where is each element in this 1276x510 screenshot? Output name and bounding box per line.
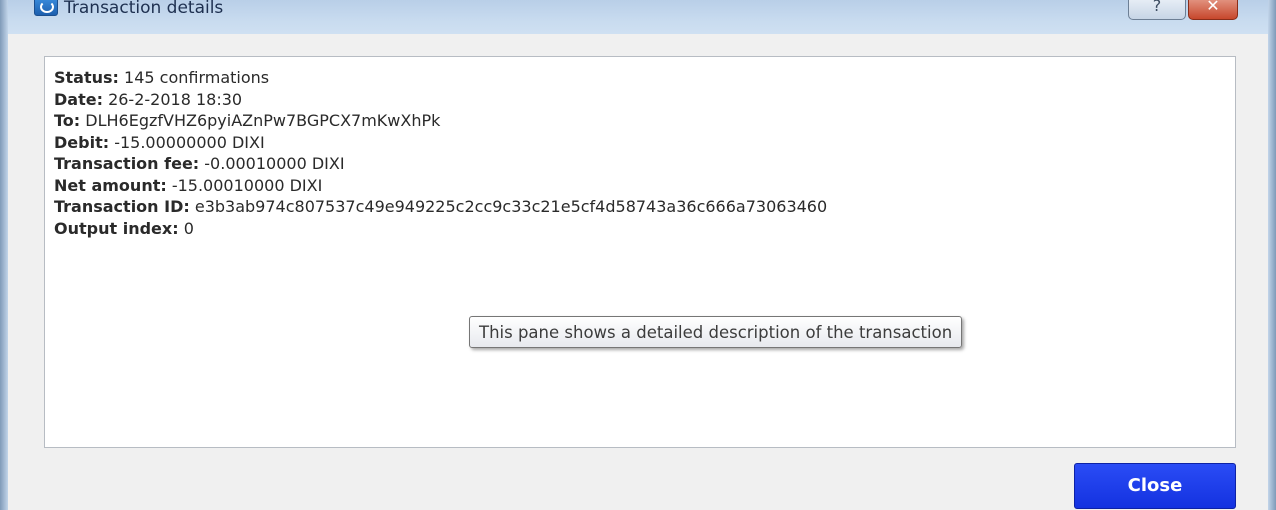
title-bar[interactable]: Transaction details ? ✕ (0, 0, 1276, 34)
detail-row-net-amount: Net amount: -15.00010000 DIXI (54, 175, 827, 197)
window-frame-right (1268, 0, 1276, 510)
detail-label: Transaction ID: (54, 197, 190, 216)
detail-value: 26-2-2018 18:30 (102, 89, 243, 109)
close-button[interactable]: Close (1074, 463, 1236, 509)
detail-value: -15.00000000 DIXI (109, 132, 265, 152)
detail-row-output-index: Output index: 0 (54, 218, 827, 240)
detail-row-transaction-id: Transaction ID: e3b3ab974c807537c49e9492… (54, 196, 827, 218)
detail-label: Transaction fee: (54, 154, 200, 173)
detail-row-status: Status: 145 confirmations (54, 67, 827, 89)
dialog-body: Status: 145 confirmations Date: 26-2-201… (8, 34, 1268, 510)
window-close-button[interactable]: ✕ (1188, 0, 1238, 20)
detail-row-date: Date: 26-2-2018 18:30 (54, 89, 827, 111)
detail-value: -0.00010000 DIXI (199, 154, 345, 173)
detail-label: Debit: (54, 132, 110, 152)
detail-label: To: (54, 111, 81, 130)
detail-value: e3b3ab974c807537c49e949225c2cc9c33c21e5c… (189, 197, 828, 216)
detail-value: 0 (178, 218, 194, 238)
window-frame-left (0, 0, 8, 510)
detail-label: Net amount: (54, 175, 167, 195)
detail-value: DLH6EgzfVHZ6pyiAZnPw7BGPCX7mKwXhPk (80, 111, 441, 130)
detail-row-debit: Debit: -15.00000000 DIXI (54, 132, 827, 154)
window-title: Transaction details (64, 0, 224, 18)
detail-label: Date: (54, 89, 103, 109)
detail-label: Output index: (54, 218, 179, 238)
detail-label: Status: (54, 68, 119, 87)
pane-tooltip: This pane shows a detailed description o… (469, 316, 963, 348)
details-list: Status: 145 confirmations Date: 26-2-201… (54, 67, 827, 239)
detail-row-to: To: DLH6EgzfVHZ6pyiAZnPw7BGPCX7mKwXhPk (54, 110, 827, 132)
detail-value: 145 confirmations (118, 68, 270, 87)
transaction-details-pane[interactable]: Status: 145 confirmations Date: 26-2-201… (44, 56, 1236, 448)
help-button[interactable]: ? (1128, 0, 1186, 20)
transaction-details-window: Transaction details ? ✕ Status: 145 conf… (0, 0, 1276, 510)
app-logo-icon (34, 0, 58, 16)
detail-row-transaction-fee: Transaction fee: -0.00010000 DIXI (54, 153, 827, 175)
detail-value: -15.00010000 DIXI (166, 175, 323, 195)
